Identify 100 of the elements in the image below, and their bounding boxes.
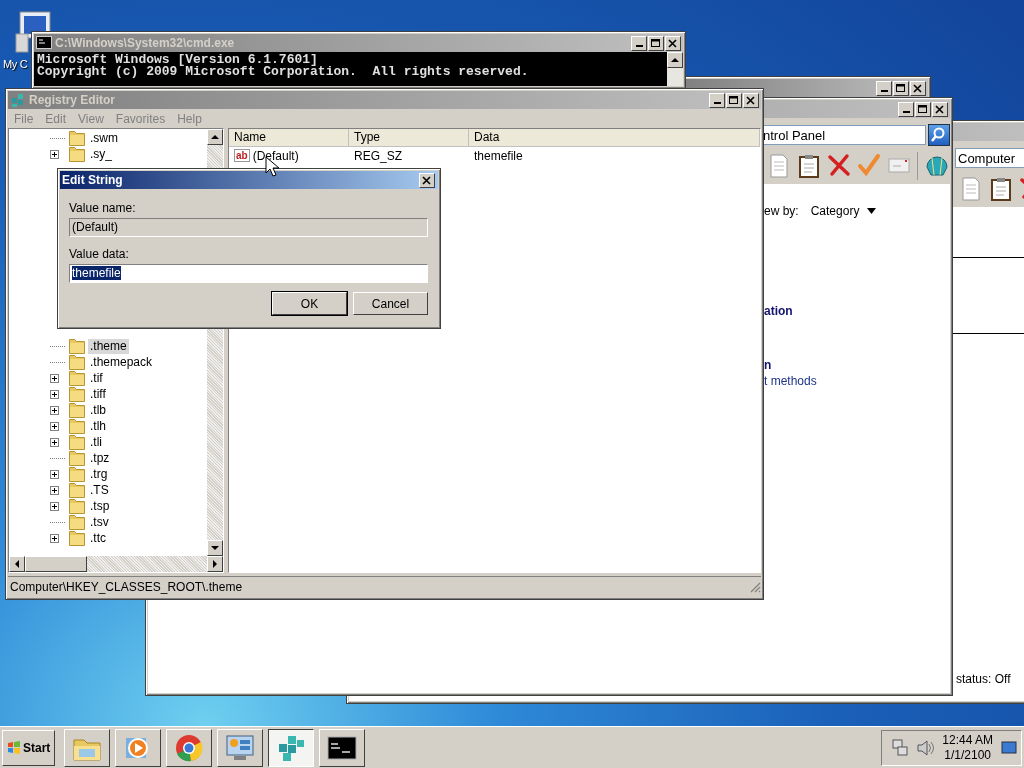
field-label: Value data: (69, 246, 130, 262)
maximize-button[interactable] (893, 80, 909, 96)
maximize-button[interactable] (915, 101, 931, 117)
scroll-up-button[interactable] (667, 52, 683, 68)
network-icon[interactable] (892, 738, 909, 757)
expand-icon[interactable] (50, 469, 59, 479)
expand-icon[interactable] (50, 437, 59, 447)
minimize-icon (880, 89, 888, 92)
tree-item[interactable]: .tsp (88, 498, 112, 514)
tree-item[interactable]: .sy_ (88, 146, 114, 162)
maximize-icon (649, 36, 662, 50)
checkmark-icon[interactable] (857, 153, 881, 179)
category-heading[interactable]: ation (764, 304, 793, 318)
scroll-left-button[interactable] (9, 556, 25, 572)
maximize-icon (727, 93, 740, 107)
clock-date[interactable]: 1/1/2100 (944, 747, 991, 763)
table-cell-text: REG_SZ (353, 148, 403, 163)
address-field[interactable]: Computer (955, 148, 1024, 168)
search-button[interactable] (928, 124, 950, 146)
value-data-field[interactable]: themefile (69, 264, 428, 283)
close-icon (911, 81, 924, 95)
scroll-bar[interactable] (9, 556, 223, 572)
desktop-icon-label[interactable]: My C (3, 58, 28, 70)
caret-icon (867, 208, 877, 214)
start-button[interactable]: Start (2, 729, 56, 766)
view-by-dropdown[interactable]: Category (810, 204, 877, 218)
maximize-button[interactable] (648, 35, 664, 51)
minimize-button[interactable] (898, 101, 914, 117)
tree-item[interactable]: .tsv (88, 514, 111, 530)
maximize-button[interactable] (726, 92, 742, 108)
tree-item[interactable]: .tlb (88, 402, 108, 418)
delete-icon[interactable] (827, 153, 851, 179)
category-heading[interactable]: n (764, 358, 772, 372)
scroll-bar[interactable] (667, 52, 683, 86)
folder-icon (69, 514, 85, 530)
scroll-up-button[interactable] (207, 129, 223, 145)
folder-icon (69, 466, 85, 482)
expand-icon[interactable] (50, 501, 59, 511)
show-desktop-icon[interactable] (1001, 740, 1017, 755)
console-line: Microsoft Windows [Version 6.1.7601] (37, 54, 318, 66)
expand-icon[interactable] (50, 373, 59, 383)
ok-button[interactable]: OK (272, 292, 347, 315)
expand-icon[interactable] (50, 533, 59, 543)
tree-item[interactable]: .TS (88, 482, 111, 498)
scroll-thumb[interactable] (25, 556, 87, 572)
minimize-button[interactable] (709, 92, 725, 108)
tree-item[interactable]: .tpz (88, 450, 112, 466)
scroll-right-button[interactable] (207, 556, 223, 572)
folder-icon (69, 482, 85, 498)
maximize-icon (916, 102, 929, 116)
status-text: Computer\HKEY_CLASSES_ROOT\.theme (9, 580, 244, 594)
speaker-icon[interactable] (916, 738, 935, 757)
clipboard-icon[interactable] (797, 153, 821, 179)
close-button[interactable] (910, 80, 926, 96)
minimize-button[interactable] (631, 35, 647, 51)
column-header[interactable]: Type (349, 129, 469, 146)
maximize-icon (894, 81, 907, 95)
tree-item[interactable]: .tif (88, 370, 105, 386)
console-line: Copyright (c) 2009 Microsoft Corporation. All rights reserved. (37, 66, 530, 78)
resize-grip-icon[interactable] (749, 581, 761, 593)
close-button[interactable] (419, 172, 435, 188)
expand-icon[interactable] (50, 421, 59, 431)
close-button[interactable] (932, 101, 948, 117)
globe-icon[interactable] (924, 153, 950, 179)
close-button[interactable] (665, 35, 681, 51)
tree-item[interactable]: .tli (88, 434, 104, 450)
tree-item[interactable]: .swm (88, 130, 120, 146)
expand-icon[interactable] (50, 485, 59, 495)
tree-item[interactable]: .ttc (88, 530, 108, 546)
minimize-button[interactable] (876, 80, 892, 96)
string-value-icon: ab (234, 149, 250, 162)
taskbar-button[interactable] (268, 728, 315, 767)
expand-icon[interactable] (50, 389, 59, 399)
cancel-button[interactable]: Cancel (353, 292, 428, 315)
window-title: C:\Windows\System32\cmd.exe (55, 36, 235, 50)
close-button[interactable] (743, 92, 759, 108)
console-icon (36, 35, 52, 51)
clock-time[interactable]: 12:44 AM (942, 732, 993, 748)
tree-item[interactable]: .tlh (88, 418, 108, 434)
close-icon (933, 102, 946, 116)
table-cell-text: themefile (473, 148, 524, 163)
minimize-icon (902, 110, 910, 113)
value-name[interactable]: (Default) (252, 148, 299, 163)
expand-icon[interactable] (50, 149, 59, 159)
folder-icon (69, 418, 85, 434)
folder-icon (69, 386, 85, 402)
scroll-down-button[interactable] (207, 540, 223, 556)
tree-item[interactable]: .trg (88, 466, 110, 482)
column-header[interactable]: Name (229, 129, 349, 146)
tree-item[interactable]: .themepack (88, 354, 155, 370)
clipboard-icon[interactable] (989, 176, 1013, 202)
expand-icon[interactable] (50, 405, 59, 415)
view-by-label: ew by: (764, 204, 799, 218)
tree-item[interactable]: .tiff (88, 386, 108, 402)
window-title: Registry Editor (29, 93, 115, 107)
task-link[interactable]: t methods (764, 374, 817, 388)
column-header[interactable]: Data (469, 129, 760, 146)
folder-icon (69, 146, 85, 162)
tree-item[interactable]: .theme (88, 338, 129, 354)
field-label: Value name: (69, 200, 137, 216)
